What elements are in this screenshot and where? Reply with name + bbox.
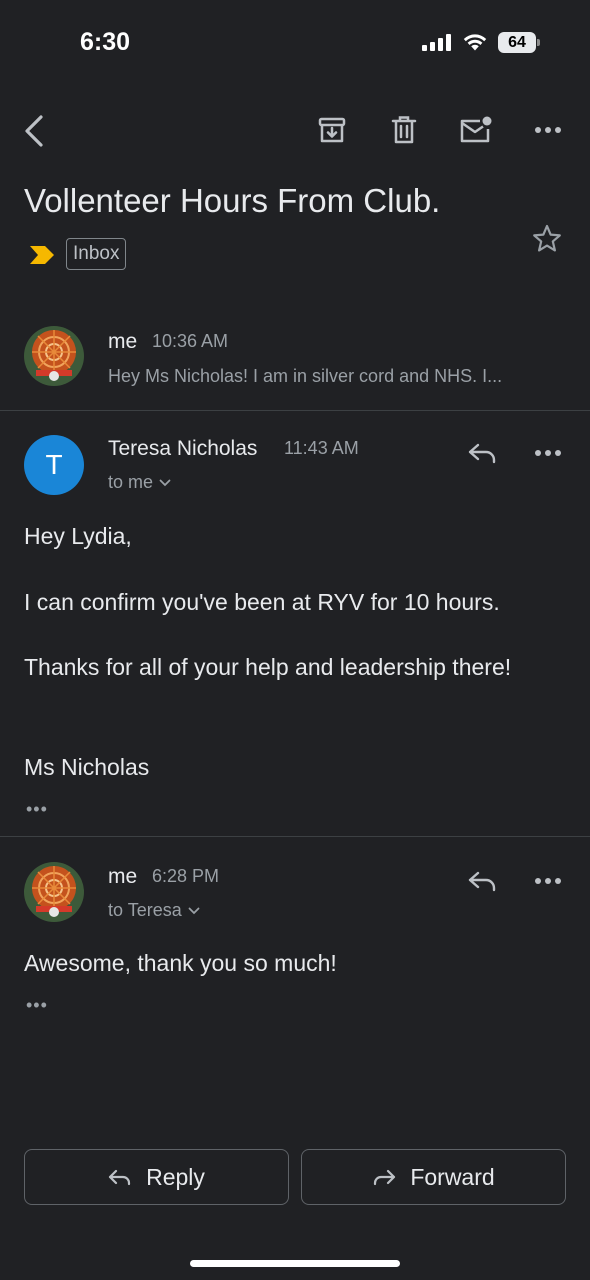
more-options-icon[interactable] <box>528 117 568 143</box>
message-body-line: Thanks for all of your help and leadersh… <box>24 654 512 680</box>
home-indicator[interactable] <box>190 1260 400 1267</box>
back-button[interactable] <box>18 112 50 150</box>
archive-button[interactable] <box>314 112 350 148</box>
star-icon[interactable] <box>530 222 564 256</box>
battery-icon: 64 <box>498 32 536 53</box>
divider <box>0 410 590 411</box>
recipient-details-toggle[interactable]: to Teresa <box>108 900 200 921</box>
message-more-icon[interactable] <box>528 869 568 893</box>
mark-unread-button[interactable] <box>456 112 496 148</box>
forward-button[interactable]: Forward <box>301 1149 566 1205</box>
thread-subject: Vollenteer Hours From Club. <box>24 182 441 219</box>
sender-name: Teresa Nicholas <box>108 437 258 460</box>
battery-tip <box>537 39 540 46</box>
reply-icon <box>108 1169 131 1186</box>
reply-button[interactable]: Reply <box>24 1149 289 1205</box>
message-body-line: Awesome, thank you so much! <box>24 950 337 976</box>
avatar[interactable] <box>24 862 84 922</box>
forward-button-label: Forward <box>410 1163 495 1190</box>
sender-name: me <box>108 865 138 888</box>
reply-button-label: Reply <box>146 1163 205 1190</box>
message-body-line: Ms Nicholas <box>24 754 150 780</box>
message-time: 10:36 AM <box>152 331 229 351</box>
message-time: 11:43 AM <box>284 438 359 458</box>
reply-icon[interactable] <box>462 864 502 898</box>
recipient-text: to me <box>108 472 154 492</box>
avatar[interactable]: T <box>24 435 84 495</box>
chevron-down-icon <box>188 907 200 914</box>
message-collapsed[interactable]: me 10:36 AM Hey Ms Nicholas! I am in sil… <box>0 310 590 410</box>
show-trimmed-content-button[interactable]: ••• <box>26 799 48 820</box>
wifi-icon <box>462 32 488 57</box>
divider <box>0 836 590 837</box>
forward-icon <box>374 1169 396 1186</box>
delete-button[interactable] <box>386 112 422 148</box>
show-trimmed-content-button[interactable]: ••• <box>26 995 48 1016</box>
status-time: 6:30 <box>80 28 131 56</box>
sender-name: me <box>108 330 138 353</box>
message-snippet: Hey Ms Nicholas! I am in silver cord and… <box>108 366 503 386</box>
label-chip-inbox[interactable]: Inbox <box>66 238 127 270</box>
message-body-line: Hey Lydia, <box>24 523 132 549</box>
recipient-details-toggle[interactable]: to me <box>108 472 171 493</box>
message-time: 6:28 PM <box>152 866 220 886</box>
chevron-down-icon <box>159 479 171 486</box>
cellular-signal-icon <box>422 33 451 51</box>
reply-icon[interactable] <box>462 436 502 470</box>
message-body-line: I can confirm you've been at RYV for 10 … <box>24 589 500 615</box>
avatar <box>24 326 84 386</box>
message-more-icon[interactable] <box>528 441 568 465</box>
recipient-text: to Teresa <box>108 900 182 920</box>
importance-marker-icon[interactable] <box>28 244 56 266</box>
